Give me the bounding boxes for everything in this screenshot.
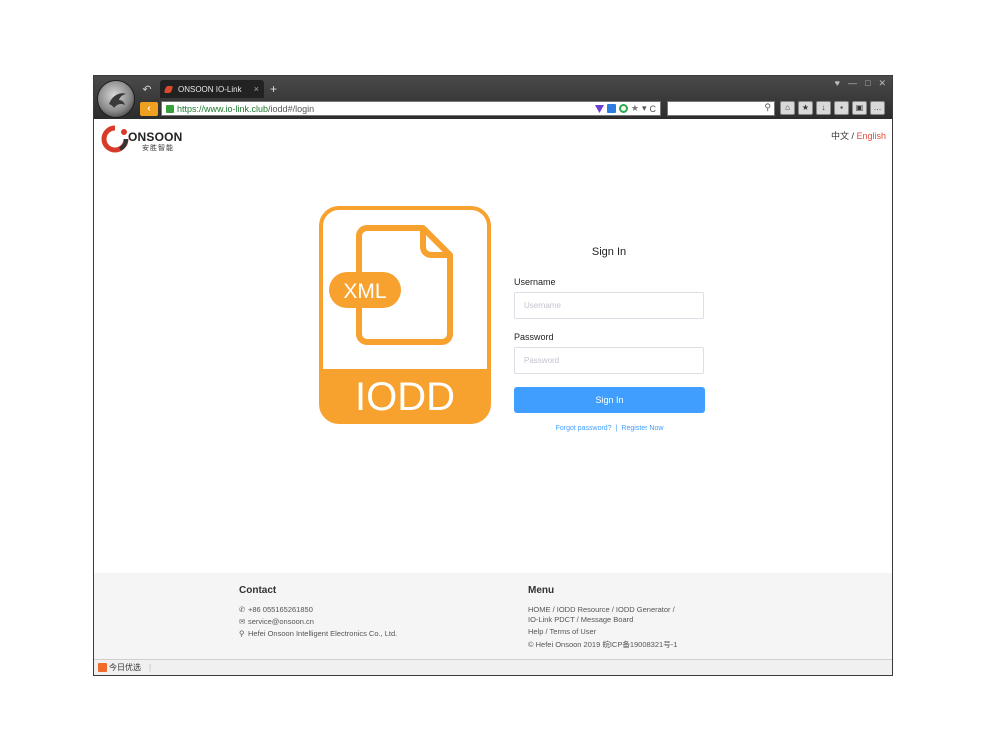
daily-pick-icon <box>98 663 107 672</box>
translate-icon[interactable] <box>606 104 616 113</box>
secure-lock-icon <box>166 104 174 113</box>
reload-icon[interactable]: C <box>650 104 657 114</box>
tab-onsoon-io-link[interactable]: ONSOON IO-Link × <box>160 80 264 98</box>
url-path: /iodd#/login <box>268 103 315 114</box>
phone-text: +86 055165261850 <box>248 605 313 614</box>
extension-icon[interactable] <box>618 104 628 113</box>
window-controls: ♥ — □ ✕ <box>835 78 886 89</box>
search-icon[interactable]: ⚲ <box>764 102 771 113</box>
maximize-icon[interactable]: □ <box>865 78 870 89</box>
url-host: www.io-link.club <box>204 103 269 114</box>
back-button[interactable]: ‹ <box>140 102 158 116</box>
signin-button[interactable]: Sign In <box>514 387 705 413</box>
links-separator: | <box>615 425 618 432</box>
address-dropdown-icon[interactable]: ▾ <box>642 103 647 114</box>
language-switcher: 中文 / English <box>831 129 886 142</box>
password-input[interactable] <box>514 347 704 374</box>
daily-pick-link[interactable]: 今日优选 <box>109 662 141 673</box>
onsoon-logo-icon <box>101 125 129 153</box>
status-separator: | <box>149 663 152 672</box>
lang-zh-link[interactable]: 中文 <box>831 131 849 141</box>
address-tools: ★ ▾ C <box>594 103 660 114</box>
mail-icon: ✉ <box>239 617 246 626</box>
logo-subtitle: 安胜智能 <box>142 145 174 152</box>
tab-close-icon[interactable]: × <box>254 84 259 94</box>
search-box[interactable]: ⚲ <box>667 101 775 116</box>
close-window-icon[interactable]: ✕ <box>878 78 886 89</box>
copyright: © Hefei Onsoon 2019 皖ICP备19008321号-1 <box>528 640 678 649</box>
location-icon: ⚲ <box>239 629 245 638</box>
browser-chrome: ↶ ONSOON IO-Link × + ♥ — □ ✕ ‹ https:// … <box>94 76 892 119</box>
new-tab-button[interactable]: + <box>270 82 277 96</box>
tab-title: ONSOON IO-Link <box>178 84 242 94</box>
contact-address: ⚲ Hefei Onsoon Intelligent Electronics Co… <box>239 629 397 638</box>
download-tool-icon[interactable]: ↓ <box>816 101 831 115</box>
email-text[interactable]: service@onsoon.cn <box>248 617 314 626</box>
favorites-tool-icon[interactable]: ★ <box>798 101 813 115</box>
status-bar: 今日优选 | <box>94 659 892 675</box>
username-input[interactable] <box>514 292 704 319</box>
filter-icon[interactable] <box>594 104 604 113</box>
more-tool-icon[interactable]: … <box>870 101 885 115</box>
page-content: ONSOON 安胜智能 中文 / English XML IODD Sign I… <box>94 119 892 660</box>
password-label: Password <box>514 332 554 342</box>
toolbar-icons: ⌂ ★ ↓ ▪ ▣ … <box>780 101 885 115</box>
signin-title: Sign In <box>591 246 627 258</box>
register-link[interactable]: Register Now <box>621 425 663 432</box>
browser-window: ↶ ONSOON IO-Link × + ♥ — □ ✕ ‹ https:// … <box>93 75 893 676</box>
signin-links: Forgot password? | Register Now <box>514 425 705 432</box>
home-tool-icon[interactable]: ⌂ <box>780 101 795 115</box>
tab-favicon-icon <box>163 85 174 93</box>
onsoon-logo[interactable]: ONSOON 安胜智能 <box>100 124 190 154</box>
menu-title: Menu <box>528 585 555 596</box>
contact-phone: ✆ +86 055165261850 <box>239 605 313 614</box>
bookmark-star-icon[interactable]: ★ <box>631 103 639 114</box>
browser-logo-icon <box>109 93 126 108</box>
browser-logo-button[interactable] <box>97 80 135 118</box>
phone-icon: ✆ <box>239 605 246 614</box>
logo-name: ONSOON <box>128 130 183 144</box>
undo-close-tab-icon[interactable]: ↶ <box>138 83 156 96</box>
skin-icon[interactable]: ♥ <box>835 78 840 89</box>
username-label: Username <box>514 277 556 287</box>
iodd-label: IODD <box>355 375 455 419</box>
lang-en-link[interactable]: English <box>856 131 886 141</box>
contact-email: ✉ service@onsoon.cn <box>239 617 314 626</box>
address-text: Hefei Onsoon Intelligent Electronics Co.… <box>248 629 398 638</box>
gift-tool-icon[interactable]: ▣ <box>852 101 867 115</box>
menu-line-3[interactable]: Help / Terms of User <box>528 627 596 636</box>
footer: Contact ✆ +86 055165261850 ✉ service@onsoo… <box>94 573 892 660</box>
menu-line-1[interactable]: HOME / IODD Resource / IODD Generator / <box>528 605 675 614</box>
address-bar[interactable]: https:// www.io-link.club /iodd#/login ★… <box>161 101 661 116</box>
minimize-icon[interactable]: — <box>848 78 857 89</box>
contact-title: Contact <box>239 585 277 596</box>
menu-line-2[interactable]: IO-Link PDCT / Message Board <box>528 615 633 624</box>
xml-label: XML <box>343 280 386 303</box>
iodd-file-illustration: XML IODD <box>319 206 491 429</box>
forgot-password-link[interactable]: Forgot password? <box>556 425 612 432</box>
game-tool-icon[interactable]: ▪ <box>834 101 849 115</box>
url-scheme: https:// <box>177 103 205 114</box>
tab-strip: ↶ ONSOON IO-Link × + <box>138 80 277 98</box>
xml-file-icon: XML IODD <box>319 206 491 424</box>
